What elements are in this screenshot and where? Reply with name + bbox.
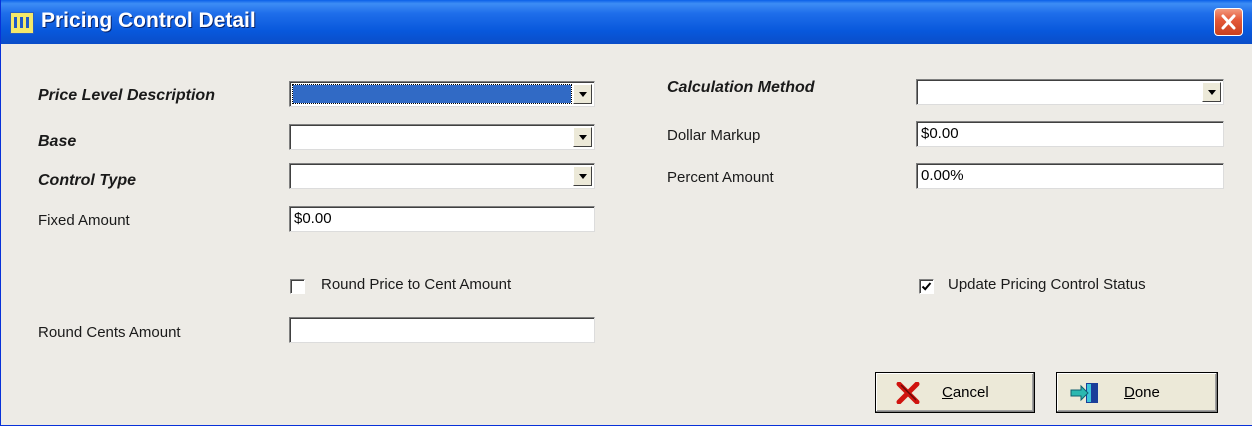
price-level-description-selection	[292, 84, 572, 104]
red-x-icon	[896, 382, 920, 404]
app-window-icon[interactable]	[10, 12, 34, 34]
base-label: Base	[38, 133, 77, 150]
dollar-markup-value: $0.00	[921, 125, 959, 142]
round-price-label[interactable]: Round Price to Cent Amount	[321, 276, 511, 293]
control-type-combo[interactable]	[289, 163, 595, 189]
percent-amount-input[interactable]: 0.00%	[916, 163, 1224, 189]
done-button[interactable]: Done	[1056, 372, 1218, 413]
price-level-description-combo[interactable]	[289, 81, 595, 107]
chevron-down-icon[interactable]	[1202, 82, 1221, 102]
cancel-button-label: Cancel	[942, 384, 989, 401]
update-status-label[interactable]: Update Pricing Control Status	[948, 276, 1146, 293]
fixed-amount-value: $0.00	[294, 210, 332, 227]
done-button-label: Done	[1124, 384, 1160, 401]
percent-amount-label: Percent Amount	[667, 169, 774, 186]
window-title: Pricing Control Detail	[41, 9, 256, 32]
close-button[interactable]	[1214, 8, 1243, 36]
cancel-button[interactable]: Cancel	[875, 372, 1035, 413]
chevron-down-icon[interactable]	[573, 127, 592, 147]
pricing-control-detail-window: Pricing Control Detail Price Level Descr…	[0, 0, 1252, 426]
chevron-down-icon[interactable]	[573, 84, 592, 104]
dollar-markup-label: Dollar Markup	[667, 127, 761, 144]
base-combo[interactable]	[289, 124, 595, 150]
close-icon	[1221, 14, 1236, 30]
exit-door-icon	[1070, 383, 1098, 403]
round-price-checkbox[interactable]	[290, 279, 305, 294]
checkmark-icon	[921, 282, 932, 291]
fixed-amount-input[interactable]: $0.00	[289, 206, 595, 232]
round-cents-amount-label: Round Cents Amount	[38, 324, 181, 341]
chevron-down-icon[interactable]	[573, 166, 592, 186]
control-type-label: Control Type	[38, 172, 137, 189]
update-status-checkbox[interactable]	[919, 279, 934, 294]
form-area: Price Level Description Base Control Typ…	[2, 44, 1252, 425]
price-level-description-label: Price Level Description	[38, 87, 215, 104]
fixed-amount-label: Fixed Amount	[38, 212, 130, 229]
title-bar[interactable]: Pricing Control Detail	[1, 0, 1252, 44]
calculation-method-label: Calculation Method	[667, 79, 815, 96]
dollar-markup-input[interactable]: $0.00	[916, 121, 1224, 147]
percent-amount-value: 0.00%	[921, 167, 964, 184]
round-cents-amount-input[interactable]	[289, 317, 595, 343]
calculation-method-combo[interactable]	[916, 79, 1224, 105]
